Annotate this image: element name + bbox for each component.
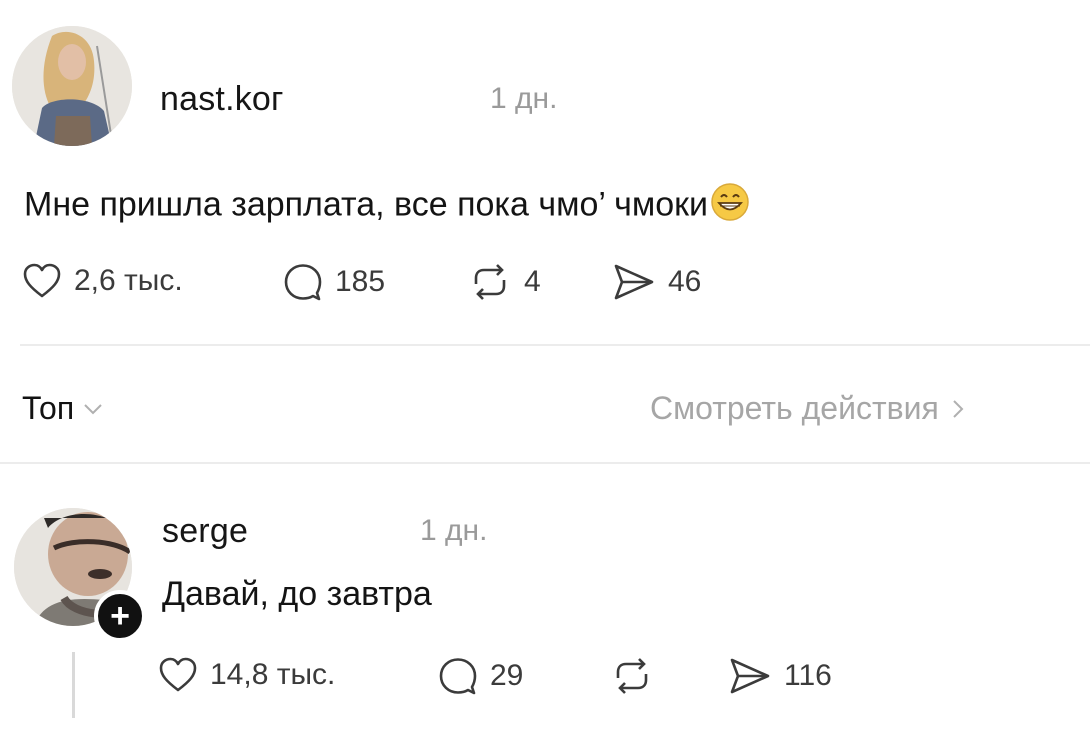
sort-dropdown[interactable]: Топ [22,390,104,427]
post-comment-count: 185 [335,265,386,298]
view-activity-label: Смотреть действия [650,390,939,426]
reply-comment-count: 29 [490,659,524,692]
post-comment-button[interactable]: 185 [283,262,385,302]
reply-share-button[interactable]: 116 [728,656,832,696]
grinning-face-emoji-icon [710,182,750,231]
post-text: Мне пришла зарплата, все пока чмо’ чмоки [24,182,750,231]
send-icon [614,264,654,300]
reply-text: Давай, до завтра [162,575,432,613]
follow-plus-button[interactable]: + [94,590,146,642]
send-icon [730,658,770,694]
repost-icon [474,264,506,300]
chevron-down-icon [84,403,102,414]
reply-author-name[interactable]: serge [162,512,248,551]
post-author-avatar[interactable] [12,26,132,146]
post-timestamp: 1 дн. [490,82,558,115]
thread-line [72,652,75,718]
avatar-photo-icon [12,26,132,146]
post-repost-count: 4 [524,265,541,298]
heart-icon [23,263,61,298]
post-like-button[interactable]: 2,6 тыс. [22,262,183,300]
plus-icon: + [110,597,130,635]
sort-label: Топ [22,390,75,426]
reply-comment-button[interactable]: 29 [438,656,523,696]
heart-icon [159,657,197,692]
post-share-button[interactable]: 46 [612,262,701,302]
reply-share-count: 116 [784,659,832,692]
post-repost-button[interactable]: 4 [468,262,541,302]
chevron-right-icon [953,399,964,418]
post-author-name[interactable]: nast.koг [160,80,284,119]
reply-like-count: 14,8 тыс. [210,658,336,691]
repost-icon [616,658,648,694]
comment-bubble-icon [439,658,477,695]
reply-like-button[interactable]: 14,8 тыс. [158,656,335,694]
post-text-content: Мне пришла зарплата, все пока чмо’ чмоки [24,185,708,224]
divider-bottom [0,462,1090,464]
view-activity-link[interactable]: Смотреть действия [650,390,965,427]
reply-timestamp: 1 дн. [420,514,488,547]
reply-repost-button[interactable] [610,656,654,696]
post-share-count: 46 [668,265,702,298]
divider-top [20,344,1090,346]
post-like-count: 2,6 тыс. [74,264,183,297]
comment-bubble-icon [284,264,322,301]
